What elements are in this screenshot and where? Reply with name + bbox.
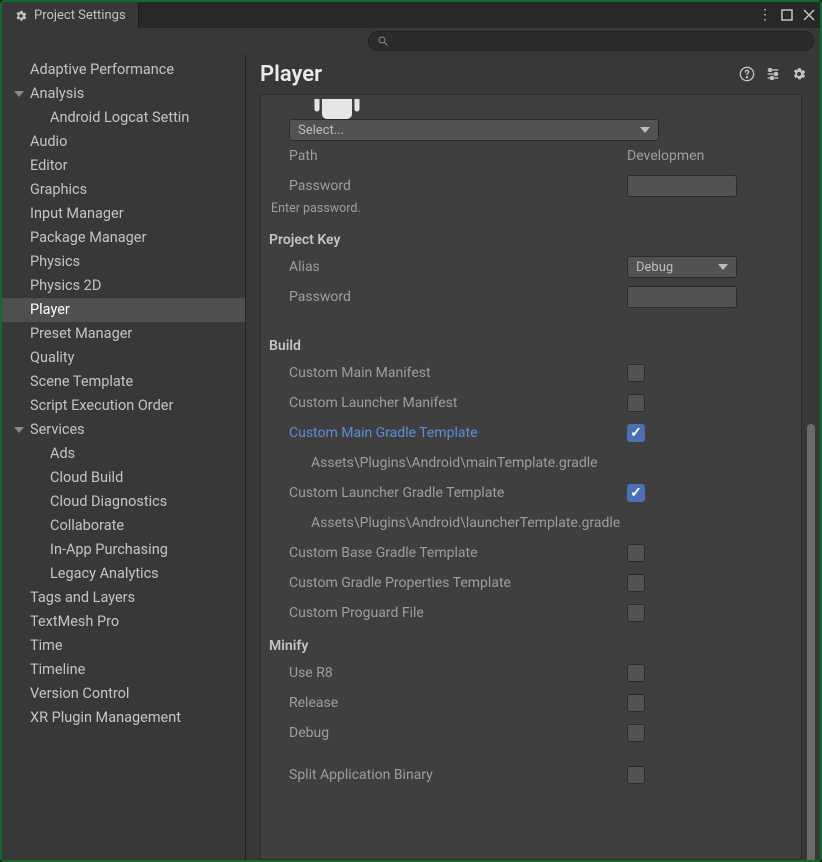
chevron-down-icon: [718, 264, 728, 270]
main-panel: Player Select...: [246, 54, 820, 860]
settings-gear-icon[interactable]: [788, 63, 810, 85]
search-icon: [377, 35, 389, 47]
minify-item-label: Release: [267, 695, 627, 711]
sidebar-item-ads[interactable]: Ads: [2, 442, 245, 466]
alias-label: Alias: [267, 259, 627, 275]
android-glyph-fragment: [307, 99, 377, 119]
page-title: Player: [260, 62, 732, 87]
minify-item-label: Use R8: [267, 665, 627, 681]
build-item-label: Custom Launcher Manifest: [267, 395, 627, 411]
window-tab[interactable]: Project Settings: [2, 2, 139, 28]
sidebar-item-cloud-build[interactable]: Cloud Build: [2, 466, 245, 490]
split-binary-label: Split Application Binary: [267, 767, 627, 783]
keystore-password-label: Password: [267, 178, 627, 194]
sidebar-item-physics-2d[interactable]: Physics 2D: [2, 274, 245, 298]
maximize-icon[interactable]: [776, 2, 798, 28]
keystore-select[interactable]: Select...: [289, 119, 659, 141]
split-binary-checkbox[interactable]: [627, 766, 645, 784]
sidebar-item-script-execution-order[interactable]: Script Execution Order: [2, 394, 245, 418]
sidebar-item-xr-plugin-management[interactable]: XR Plugin Management: [2, 706, 245, 730]
build-item-label: Custom Main Gradle Template: [267, 425, 627, 441]
build-item-path: Assets\Plugins\Android\mainTemplate.grad…: [267, 455, 627, 471]
minify-item-checkbox[interactable]: [627, 724, 645, 742]
search-field[interactable]: [368, 31, 814, 51]
projectkey-password-input[interactable]: [627, 286, 737, 308]
sidebar-item-time[interactable]: Time: [2, 634, 245, 658]
build-item-checkbox[interactable]: [627, 544, 645, 562]
project-key-heading: Project Key: [267, 222, 795, 252]
titlebar: Project Settings ⋮: [2, 2, 820, 28]
minify-item-label: Debug: [267, 725, 627, 741]
keystore-select-label: Select...: [298, 123, 344, 138]
window-title: Project Settings: [34, 8, 126, 23]
sidebar-item-input-manager[interactable]: Input Manager: [2, 202, 245, 226]
build-item-label: Custom Launcher Gradle Template: [267, 485, 627, 501]
sidebar-item-version-control[interactable]: Version Control: [2, 682, 245, 706]
build-item-checkbox[interactable]: [627, 604, 645, 622]
alias-select[interactable]: Debug: [627, 256, 737, 278]
keystore-path-label: Path: [267, 148, 627, 164]
keystore-password-hint: Enter password.: [267, 201, 795, 222]
build-heading: Build: [267, 328, 795, 358]
sidebar: Adaptive PerformanceAnalysisAndroid Logc…: [2, 54, 246, 860]
sidebar-item-in-app-purchasing[interactable]: In-App Purchasing: [2, 538, 245, 562]
sidebar-item-quality[interactable]: Quality: [2, 346, 245, 370]
build-item-label: Custom Base Gradle Template: [267, 545, 627, 561]
sidebar-item-textmesh-pro[interactable]: TextMesh Pro: [2, 610, 245, 634]
keystore-path-value: Developmen: [627, 148, 795, 164]
scrollbar[interactable]: [806, 94, 816, 860]
build-item-checkbox[interactable]: [627, 574, 645, 592]
alias-select-value: Debug: [636, 260, 673, 275]
sidebar-item-preset-manager[interactable]: Preset Manager: [2, 322, 245, 346]
build-item-path: Assets\Plugins\Android\launcherTemplate.…: [267, 515, 627, 531]
minify-heading: Minify: [267, 628, 795, 658]
preset-icon[interactable]: [762, 63, 784, 85]
sidebar-item-package-manager[interactable]: Package Manager: [2, 226, 245, 250]
minify-item-checkbox[interactable]: [627, 664, 645, 682]
sidebar-item-graphics[interactable]: Graphics: [2, 178, 245, 202]
sidebar-item-player[interactable]: Player: [2, 298, 245, 322]
search-row: [2, 28, 820, 54]
build-item-label: Custom Proguard File: [267, 605, 627, 621]
minify-item-checkbox[interactable]: [627, 694, 645, 712]
build-item-label: Custom Main Manifest: [267, 365, 627, 381]
build-item-checkbox[interactable]: [627, 484, 645, 502]
main-header: Player: [246, 54, 820, 94]
sidebar-item-services[interactable]: Services: [2, 418, 245, 442]
sidebar-item-audio[interactable]: Audio: [2, 130, 245, 154]
sidebar-item-physics[interactable]: Physics: [2, 250, 245, 274]
sidebar-item-timeline[interactable]: Timeline: [2, 658, 245, 682]
sidebar-item-tags-and-layers[interactable]: Tags and Layers: [2, 586, 245, 610]
search-input[interactable]: [395, 34, 805, 48]
help-icon[interactable]: [736, 63, 758, 85]
sidebar-item-legacy-analytics[interactable]: Legacy Analytics: [2, 562, 245, 586]
chevron-down-icon: [640, 127, 650, 133]
projectkey-password-label: Password: [267, 289, 627, 305]
sidebar-item-cloud-diagnostics[interactable]: Cloud Diagnostics: [2, 490, 245, 514]
gear-icon: [14, 9, 28, 23]
sidebar-item-android-logcat-settin[interactable]: Android Logcat Settin: [2, 106, 245, 130]
sidebar-item-adaptive-performance[interactable]: Adaptive Performance: [2, 58, 245, 82]
keystore-password-input[interactable]: [627, 175, 737, 197]
scrollbar-thumb[interactable]: [807, 424, 815, 860]
sidebar-item-analysis[interactable]: Analysis: [2, 82, 245, 106]
build-item-checkbox[interactable]: [627, 394, 645, 412]
sidebar-item-editor[interactable]: Editor: [2, 154, 245, 178]
close-icon[interactable]: [798, 2, 820, 28]
sidebar-item-collaborate[interactable]: Collaborate: [2, 514, 245, 538]
window-menu-icon[interactable]: ⋮: [754, 2, 776, 28]
sidebar-item-scene-template[interactable]: Scene Template: [2, 370, 245, 394]
player-panel: Select... Path Developmen Password Enter…: [260, 94, 802, 860]
build-item-checkbox[interactable]: [627, 364, 645, 382]
build-item-label: Custom Gradle Properties Template: [267, 575, 627, 591]
build-item-checkbox[interactable]: [627, 424, 645, 442]
